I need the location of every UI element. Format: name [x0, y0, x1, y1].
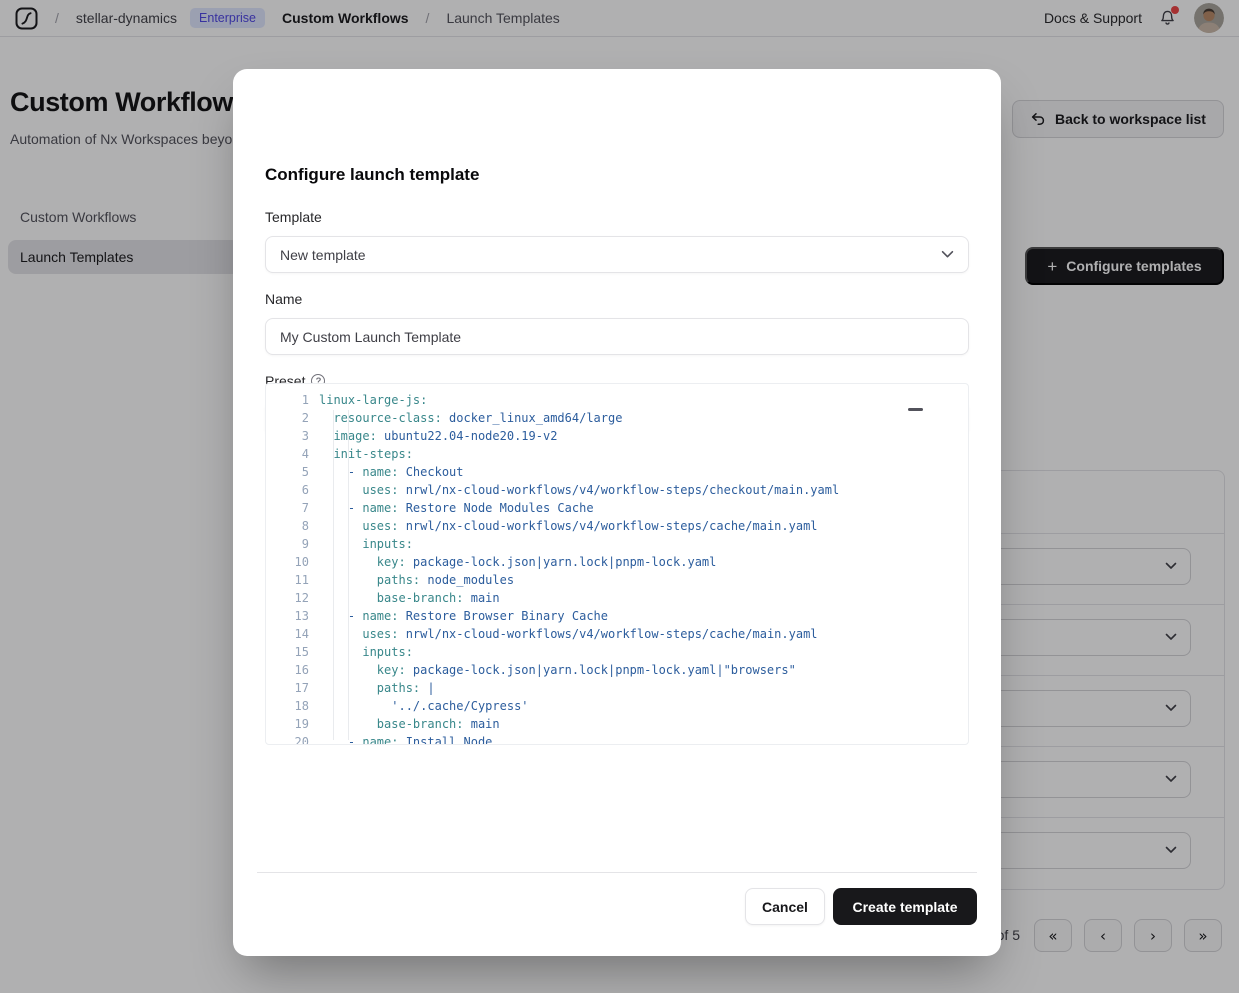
code-line-content: key: package-lock.json|yarn.lock|pnpm-lo…: [309, 553, 716, 571]
yaml-code-editor[interactable]: 1linux-large-js:2 resource-class: docker…: [265, 383, 969, 745]
configure-launch-template-modal: Configure launch template Template New t…: [233, 69, 1001, 956]
name-input-value: My Custom Launch Template: [280, 329, 461, 345]
code-line-content: inputs:: [309, 643, 413, 661]
code-line-content: paths: node_modules: [309, 571, 514, 589]
line-number: 1: [266, 391, 309, 409]
line-number: 19: [266, 715, 309, 733]
create-template-button[interactable]: Create template: [833, 888, 977, 925]
name-input[interactable]: My Custom Launch Template: [265, 318, 969, 355]
code-line: 7 - name: Restore Node Modules Cache: [266, 499, 968, 517]
code-line-content: - name: Restore Node Modules Cache: [309, 499, 594, 517]
code-line: 15 inputs:: [266, 643, 968, 661]
line-number: 16: [266, 661, 309, 679]
editor-scrollbar-thumb[interactable]: [908, 408, 923, 411]
code-lines: 1linux-large-js:2 resource-class: docker…: [266, 391, 968, 745]
code-line: 5 - name: Checkout: [266, 463, 968, 481]
template-label: Template: [265, 209, 322, 225]
line-number: 15: [266, 643, 309, 661]
line-number: 3: [266, 427, 309, 445]
cancel-button[interactable]: Cancel: [745, 888, 825, 925]
code-line: 3 image: ubuntu22.04-node20.19-v2: [266, 427, 968, 445]
code-line-content: uses: nrwl/nx-cloud-workflows/v4/workflo…: [309, 517, 818, 535]
modal-footer-divider: [257, 872, 977, 873]
code-line-content: - name: Install Node: [309, 733, 492, 745]
indent-guide: [348, 410, 349, 740]
template-select-value: New template: [280, 247, 366, 263]
app-root: / stellar-dynamics Enterprise Custom Wor…: [0, 0, 1239, 993]
code-line: 12 base-branch: main: [266, 589, 968, 607]
line-number: 4: [266, 445, 309, 463]
code-line: 18 '../.cache/Cypress': [266, 697, 968, 715]
line-number: 18: [266, 697, 309, 715]
line-number: 10: [266, 553, 309, 571]
code-line: 11 paths: node_modules: [266, 571, 968, 589]
code-line-content: resource-class: docker_linux_amd64/large: [309, 409, 622, 427]
line-number: 7: [266, 499, 309, 517]
code-line: 20 - name: Install Node: [266, 733, 968, 745]
code-line: 13 - name: Restore Browser Binary Cache: [266, 607, 968, 625]
line-number: 9: [266, 535, 309, 553]
line-number: 13: [266, 607, 309, 625]
chevron-down-icon: [941, 250, 954, 259]
line-number: 11: [266, 571, 309, 589]
line-number: 8: [266, 517, 309, 535]
code-line-content: image: ubuntu22.04-node20.19-v2: [309, 427, 557, 445]
indent-guide: [333, 410, 334, 740]
code-line: 16 key: package-lock.json|yarn.lock|pnpm…: [266, 661, 968, 679]
code-line-content: - name: Restore Browser Binary Cache: [309, 607, 608, 625]
line-number: 12: [266, 589, 309, 607]
code-line: 17 paths: |: [266, 679, 968, 697]
code-line: 10 key: package-lock.json|yarn.lock|pnpm…: [266, 553, 968, 571]
line-number: 17: [266, 679, 309, 697]
code-line-content: uses: nrwl/nx-cloud-workflows/v4/workflo…: [309, 481, 839, 499]
code-line: 19 base-branch: main: [266, 715, 968, 733]
code-line: 1linux-large-js:: [266, 391, 968, 409]
code-line: 8 uses: nrwl/nx-cloud-workflows/v4/workf…: [266, 517, 968, 535]
code-line: 14 uses: nrwl/nx-cloud-workflows/v4/work…: [266, 625, 968, 643]
code-line-content: uses: nrwl/nx-cloud-workflows/v4/workflo…: [309, 625, 818, 643]
code-line-content: linux-large-js:: [309, 391, 427, 409]
code-line: 6 uses: nrwl/nx-cloud-workflows/v4/workf…: [266, 481, 968, 499]
line-number: 5: [266, 463, 309, 481]
code-line-content: base-branch: main: [309, 715, 500, 733]
code-line-content: base-branch: main: [309, 589, 500, 607]
template-select[interactable]: New template: [265, 236, 969, 273]
code-line: 9 inputs:: [266, 535, 968, 553]
line-number: 2: [266, 409, 309, 427]
modal-title: Configure launch template: [265, 165, 479, 185]
code-line: 4 init-steps:: [266, 445, 968, 463]
line-number: 6: [266, 481, 309, 499]
code-line-content: paths: |: [309, 679, 435, 697]
code-line: 2 resource-class: docker_linux_amd64/lar…: [266, 409, 968, 427]
code-line-content: '../.cache/Cypress': [309, 697, 529, 715]
code-line-content: key: package-lock.json|yarn.lock|pnpm-lo…: [309, 661, 796, 679]
line-number: 14: [266, 625, 309, 643]
name-label: Name: [265, 291, 302, 307]
code-line-content: inputs:: [309, 535, 413, 553]
code-line-content: init-steps:: [309, 445, 413, 463]
line-number: 20: [266, 733, 309, 745]
